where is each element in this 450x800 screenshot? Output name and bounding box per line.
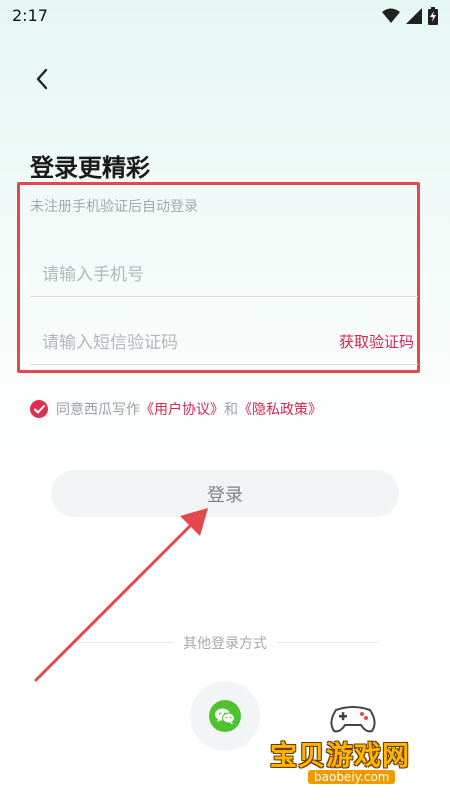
wifi-icon [382,8,400,23]
watermark-domain: baobeiy.com [308,770,396,784]
chevron-left-icon [36,68,48,90]
auto-register-hint: 未注册手机验证后自动登录 [30,199,198,215]
battery-icon [428,7,438,25]
watermark-name: 宝贝游戏网 [270,741,410,772]
agree-checkbox[interactable] [30,400,48,418]
privacy-policy-link[interactable]: 《隐私政策》 [238,399,322,419]
login-button[interactable]: 登录 [51,470,399,517]
other-login-label: 其他登录方式 [173,636,277,652]
status-time: 2:17 [12,6,48,25]
sms-code-field: 获取验证码 [30,320,418,365]
sms-code-input[interactable] [40,328,334,358]
get-code-button[interactable]: 获取验证码 [339,331,414,352]
wechat-login-button[interactable] [190,681,260,751]
user-agreement-link[interactable]: 《用户协议》 [140,399,224,419]
gamepad-icon [330,706,376,733]
wechat-icon [209,700,241,732]
status-bar: 2:17 [0,0,450,32]
signal-icon [406,8,422,24]
watermark: 宝贝游戏网 baobeiy.com [270,700,450,800]
and-text: 和 [224,402,238,418]
back-button[interactable] [28,64,56,94]
check-icon [33,404,45,413]
agree-text: 同意西瓜写作 [56,402,140,418]
other-login-label-wrap: 其他登录方式 [0,633,450,653]
status-icons [382,7,438,25]
phone-input[interactable] [40,260,334,290]
page-title: 登录更精彩 [30,154,150,182]
phone-field [30,252,418,297]
agreement-row: 同意西瓜写作 《用户协议》 和 《隐私政策》 [30,399,322,419]
